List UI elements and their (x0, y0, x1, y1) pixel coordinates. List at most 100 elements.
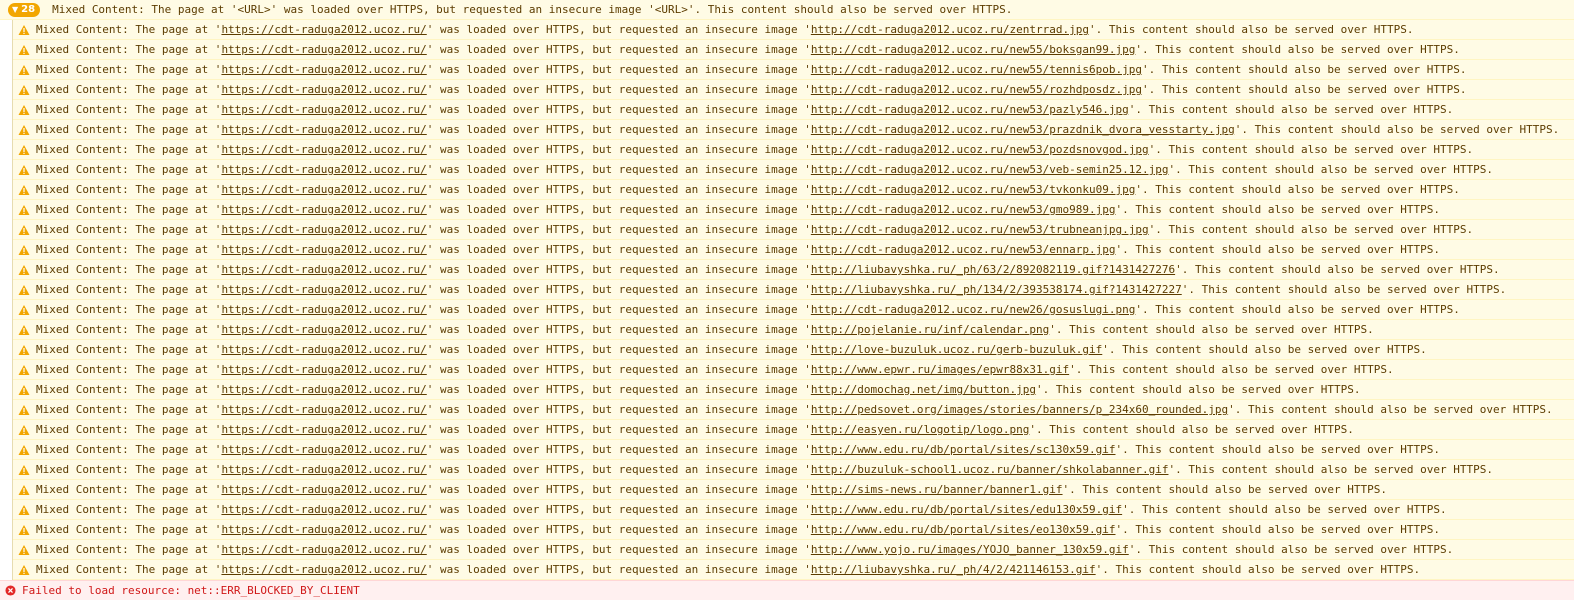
console-warning-row[interactable]: Mixed Content: The page at 'https://cdt-… (13, 280, 1574, 300)
insecure-image-link[interactable]: http://cdt-raduga2012.ucoz.ru/new53/pozd… (811, 143, 1149, 156)
console-warning-row[interactable]: Mixed Content: The page at 'https://cdt-… (13, 320, 1574, 340)
insecure-image-link[interactable]: http://www.edu.ru/db/portal/sites/eo130x… (811, 523, 1116, 536)
insecure-image-link[interactable]: http://pojelanie.ru/inf/calendar.png (811, 323, 1049, 336)
page-url-link[interactable]: https://cdt-raduga2012.ucoz.ru/ (221, 143, 426, 156)
insecure-image-link[interactable]: http://pedsovet.org/images/stories/banne… (811, 403, 1228, 416)
page-url-link[interactable]: https://cdt-raduga2012.ucoz.ru/ (221, 503, 426, 516)
console-warning-row[interactable]: Mixed Content: The page at 'https://cdt-… (13, 340, 1574, 360)
console-warning-row[interactable]: Mixed Content: The page at 'https://cdt-… (13, 460, 1574, 480)
console-warning-row[interactable]: Mixed Content: The page at 'https://cdt-… (13, 420, 1574, 440)
console-warning-row[interactable]: Mixed Content: The page at 'https://cdt-… (13, 220, 1574, 240)
insecure-image-link[interactable]: http://www.edu.ru/db/portal/sites/sc130x… (811, 443, 1116, 456)
insecure-image-link[interactable]: http://liubavyshka.ru/_ph/63/2/892082119… (811, 263, 1175, 276)
warning-triangle-icon (18, 404, 30, 415)
error-message-row[interactable]: Failed to load resource: net::ERR_BLOCKE… (0, 580, 1574, 600)
warning-message: Mixed Content: The page at 'https://cdt-… (36, 300, 1460, 319)
insecure-image-link[interactable]: http://cdt-raduga2012.ucoz.ru/new53/praz… (811, 123, 1235, 136)
insecure-image-link[interactable]: http://liubavyshka.ru/_ph/134/2/39353817… (811, 283, 1182, 296)
page-url-link[interactable]: https://cdt-raduga2012.ucoz.ru/ (221, 263, 426, 276)
insecure-image-link[interactable]: http://cdt-raduga2012.ucoz.ru/zentrrad.j… (811, 23, 1089, 36)
insecure-image-link[interactable]: http://cdt-raduga2012.ucoz.ru/new55/boks… (811, 43, 1136, 56)
console-warning-row[interactable]: Mixed Content: The page at 'https://cdt-… (13, 480, 1574, 500)
console-warning-row[interactable]: Mixed Content: The page at 'https://cdt-… (13, 360, 1574, 380)
insecure-image-link[interactable]: http://buzuluk-school1.ucoz.ru/banner/sh… (811, 463, 1169, 476)
console-warning-row[interactable]: Mixed Content: The page at 'https://cdt-… (13, 80, 1574, 100)
page-url-link[interactable]: https://cdt-raduga2012.ucoz.ru/ (221, 123, 426, 136)
page-url-link[interactable]: https://cdt-raduga2012.ucoz.ru/ (221, 243, 426, 256)
insecure-image-link[interactable]: http://cdt-raduga2012.ucoz.ru/new26/gosu… (811, 303, 1136, 316)
warning-group-header[interactable]: ▼ 28 Mixed Content: The page at '<URL>' … (0, 0, 1574, 20)
warning-triangle-icon (18, 444, 30, 455)
page-url-link[interactable]: https://cdt-raduga2012.ucoz.ru/ (221, 403, 426, 416)
insecure-image-link[interactable]: http://www.epwr.ru/images/epwr88x31.gif (811, 363, 1069, 376)
message-suffix: '. This content should also be served ov… (1228, 403, 1553, 416)
page-url-link[interactable]: https://cdt-raduga2012.ucoz.ru/ (221, 103, 426, 116)
message-prefix: Mixed Content: The page at ' (36, 203, 222, 216)
insecure-image-link[interactable]: http://love-buzuluk.ucoz.ru/gerb-buzuluk… (811, 343, 1102, 356)
page-url-link[interactable]: https://cdt-raduga2012.ucoz.ru/ (221, 423, 426, 436)
console-warning-row[interactable]: Mixed Content: The page at 'https://cdt-… (13, 500, 1574, 520)
console-warning-row[interactable]: Mixed Content: The page at 'https://cdt-… (13, 180, 1574, 200)
page-url-link[interactable]: https://cdt-raduga2012.ucoz.ru/ (221, 303, 426, 316)
page-url-link[interactable]: https://cdt-raduga2012.ucoz.ru/ (221, 463, 426, 476)
warning-count-badge[interactable]: ▼ 28 (8, 2, 41, 17)
insecure-image-link[interactable]: http://sims-news.ru/banner/banner1.gif (811, 483, 1063, 496)
insecure-image-link[interactable]: http://liubavyshka.ru/_ph/4/2/421146153.… (811, 563, 1096, 576)
insecure-image-link[interactable]: http://cdt-raduga2012.ucoz.ru/new53/pazl… (811, 103, 1129, 116)
insecure-image-link[interactable]: http://cdt-raduga2012.ucoz.ru/new53/veb-… (811, 163, 1169, 176)
page-url-link[interactable]: https://cdt-raduga2012.ucoz.ru/ (221, 283, 426, 296)
insecure-image-link[interactable]: http://www.yojo.ru/images/YOJO_banner_13… (811, 543, 1129, 556)
page-url-link[interactable]: https://cdt-raduga2012.ucoz.ru/ (221, 383, 426, 396)
page-url-link[interactable]: https://cdt-raduga2012.ucoz.ru/ (221, 163, 426, 176)
warning-triangle-icon (18, 124, 30, 135)
insecure-image-link[interactable]: http://cdt-raduga2012.ucoz.ru/new55/tenn… (811, 63, 1142, 76)
page-url-link[interactable]: https://cdt-raduga2012.ucoz.ru/ (221, 443, 426, 456)
insecure-image-link[interactable]: http://cdt-raduga2012.ucoz.ru/new53/gmo9… (811, 203, 1116, 216)
message-middle: ' was loaded over HTTPS, but requested a… (426, 163, 811, 176)
console-warning-row[interactable]: Mixed Content: The page at 'https://cdt-… (13, 540, 1574, 560)
console-warning-row[interactable]: Mixed Content: The page at 'https://cdt-… (13, 120, 1574, 140)
page-url-link[interactable]: https://cdt-raduga2012.ucoz.ru/ (221, 23, 426, 36)
message-middle: ' was loaded over HTTPS, but requested a… (426, 243, 811, 256)
page-url-link[interactable]: https://cdt-raduga2012.ucoz.ru/ (221, 183, 426, 196)
insecure-image-link[interactable]: http://cdt-raduga2012.ucoz.ru/new55/rozh… (811, 83, 1142, 96)
console-warning-row[interactable]: Mixed Content: The page at 'https://cdt-… (13, 60, 1574, 80)
page-url-link[interactable]: https://cdt-raduga2012.ucoz.ru/ (221, 523, 426, 536)
page-url-link[interactable]: https://cdt-raduga2012.ucoz.ru/ (221, 223, 426, 236)
console-warning-row[interactable]: Mixed Content: The page at 'https://cdt-… (13, 440, 1574, 460)
page-url-link[interactable]: https://cdt-raduga2012.ucoz.ru/ (221, 63, 426, 76)
page-url-link[interactable]: https://cdt-raduga2012.ucoz.ru/ (221, 563, 426, 576)
insecure-image-link[interactable]: http://easyen.ru/logotip/logo.png (811, 423, 1030, 436)
console-warning-row[interactable]: Mixed Content: The page at 'https://cdt-… (13, 380, 1574, 400)
console-warning-row[interactable]: Mixed Content: The page at 'https://cdt-… (13, 100, 1574, 120)
page-url-link[interactable]: https://cdt-raduga2012.ucoz.ru/ (221, 203, 426, 216)
insecure-image-link[interactable]: http://cdt-raduga2012.ucoz.ru/new53/tvko… (811, 183, 1136, 196)
triangle-down-icon[interactable]: ▼ (12, 3, 18, 17)
insecure-image-link[interactable]: http://cdt-raduga2012.ucoz.ru/new53/enna… (811, 243, 1116, 256)
page-url-link[interactable]: https://cdt-raduga2012.ucoz.ru/ (221, 483, 426, 496)
page-url-link[interactable]: https://cdt-raduga2012.ucoz.ru/ (221, 43, 426, 56)
page-url-link[interactable]: https://cdt-raduga2012.ucoz.ru/ (221, 543, 426, 556)
page-url-link[interactable]: https://cdt-raduga2012.ucoz.ru/ (221, 323, 426, 336)
warning-triangle-icon (18, 384, 30, 395)
console-warning-row[interactable]: Mixed Content: The page at 'https://cdt-… (13, 140, 1574, 160)
console-warning-row[interactable]: Mixed Content: The page at 'https://cdt-… (13, 20, 1574, 40)
page-url-link[interactable]: https://cdt-raduga2012.ucoz.ru/ (221, 83, 426, 96)
message-middle: ' was loaded over HTTPS, but requested a… (426, 423, 811, 436)
warning-message: Mixed Content: The page at 'https://cdt-… (36, 440, 1440, 459)
console-warning-row[interactable]: Mixed Content: The page at 'https://cdt-… (13, 260, 1574, 280)
page-url-link[interactable]: https://cdt-raduga2012.ucoz.ru/ (221, 363, 426, 376)
console-warning-row[interactable]: Mixed Content: The page at 'https://cdt-… (13, 40, 1574, 60)
page-url-link[interactable]: https://cdt-raduga2012.ucoz.ru/ (221, 343, 426, 356)
insecure-image-link[interactable]: http://www.edu.ru/db/portal/sites/edu130… (811, 503, 1122, 516)
insecure-image-link[interactable]: http://cdt-raduga2012.ucoz.ru/new53/trub… (811, 223, 1149, 236)
console-warning-row[interactable]: Mixed Content: The page at 'https://cdt-… (13, 400, 1574, 420)
console-warning-row[interactable]: Mixed Content: The page at 'https://cdt-… (13, 240, 1574, 260)
console-warning-row[interactable]: Mixed Content: The page at 'https://cdt-… (13, 160, 1574, 180)
message-middle: ' was loaded over HTTPS, but requested a… (426, 23, 811, 36)
console-warning-row[interactable]: Mixed Content: The page at 'https://cdt-… (13, 560, 1574, 580)
insecure-image-link[interactable]: http://domochag.net/img/button.jpg (811, 383, 1036, 396)
console-warning-row[interactable]: Mixed Content: The page at 'https://cdt-… (13, 300, 1574, 320)
console-warning-row[interactable]: Mixed Content: The page at 'https://cdt-… (13, 200, 1574, 220)
console-warning-row[interactable]: Mixed Content: The page at 'https://cdt-… (13, 520, 1574, 540)
